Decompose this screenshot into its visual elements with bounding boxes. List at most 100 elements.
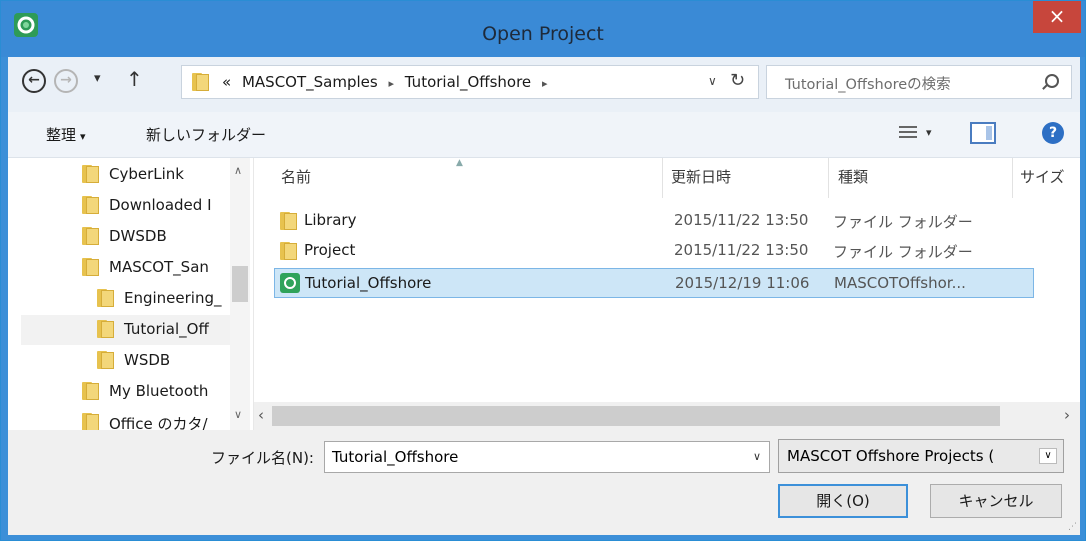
nav-item-dwsdb[interactable]: DWSDB (82, 222, 230, 252)
scroll-thumb[interactable] (232, 266, 248, 302)
nav-item-label: DWSDB (109, 227, 167, 245)
help-icon[interactable]: ? (1042, 122, 1064, 144)
breadcrumb[interactable]: « MASCOT_Samples ▸ Tutorial_Offshore ▸ ∨… (181, 65, 759, 99)
file-row-library[interactable]: Library 2015/11/22 13:50 ファイル フォルダー (274, 206, 1034, 236)
nav-item-downloaded[interactable]: Downloaded I (82, 191, 230, 221)
search-placeholder: Tutorial_Offshoreの検索 (785, 77, 951, 93)
file-name: Project (304, 241, 356, 259)
folder-icon (82, 382, 99, 400)
nav-item-office[interactable]: Office のカタ/ (82, 408, 230, 430)
command-toolbar: 整理 ▾ 新しいフォルダー ▾ ? (8, 112, 1080, 158)
file-name: Library (304, 211, 357, 229)
nav-item-label: Tutorial_Off (124, 320, 209, 338)
file-type-select[interactable]: MASCOT Offshore Projects ( ∨ (778, 439, 1064, 473)
file-name-dropdown-icon[interactable]: ∨ (753, 450, 761, 463)
window-title: Open Project (482, 23, 604, 45)
column-divider[interactable] (662, 158, 663, 198)
nav-item-label: MASCOT_San (109, 258, 209, 276)
resize-grip-icon[interactable]: ⋰ (1068, 522, 1077, 532)
sort-ascending-icon: ▲ (456, 158, 463, 168)
scroll-up-icon[interactable]: ∧ (234, 164, 242, 177)
breadcrumb-item-mascot-samples[interactable]: MASCOT_Samples (242, 73, 378, 91)
folder-icon (192, 73, 209, 91)
folder-icon (280, 242, 297, 260)
file-date: 2015/11/22 13:50 (674, 211, 809, 229)
file-type: ファイル フォルダー (833, 213, 973, 231)
scroll-down-icon[interactable]: ∨ (234, 408, 242, 421)
scroll-left-icon[interactable]: ‹ (258, 406, 264, 424)
title-bar[interactable]: Open Project × (1, 1, 1085, 57)
file-row-project[interactable]: Project 2015/11/22 13:50 ファイル フォルダー (274, 236, 1034, 266)
search-icon[interactable] (1045, 74, 1059, 88)
nav-item-engineering[interactable]: Engineering_ (97, 284, 230, 314)
folder-icon (82, 165, 99, 183)
nav-item-label: Engineering_ (124, 289, 222, 307)
nav-item-label: My Bluetooth (109, 382, 209, 400)
file-date: 2015/12/19 11:06 (675, 274, 810, 292)
open-button[interactable]: 開く(O) (778, 484, 908, 518)
nav-item-label: Office のカタ/ (109, 415, 208, 430)
file-name-input[interactable]: Tutorial_Offshore ∨ (324, 441, 770, 473)
file-type-value: MASCOT Offshore Projects ( (787, 447, 995, 465)
folder-icon (82, 227, 99, 245)
view-dropdown-icon[interactable]: ▾ (926, 126, 932, 139)
organize-button[interactable]: 整理 ▾ (46, 124, 86, 145)
refresh-icon[interactable]: ↻ (730, 70, 745, 91)
scroll-right-icon[interactable]: › (1064, 406, 1070, 424)
address-row: ← → ▾ ↑ « MASCOT_Samples ▸ Tutorial_Offs… (8, 57, 1080, 112)
column-header-type[interactable]: 種類 (838, 166, 868, 187)
recent-locations-dropdown[interactable]: ▾ (94, 71, 101, 86)
nav-item-my-bluetooth[interactable]: My Bluetooth (82, 377, 230, 407)
preview-pane-icon[interactable] (970, 122, 996, 144)
file-row-tutorial-offshore[interactable]: Tutorial_Offshore 2015/12/19 11:06 MASCO… (274, 268, 1034, 298)
nav-item-cyberlink[interactable]: CyberLink (82, 160, 230, 190)
breadcrumb-path: « MASCOT_Samples ▸ Tutorial_Offshore ▸ (222, 73, 553, 91)
folder-icon (280, 212, 297, 230)
chevron-down-icon: ▾ (80, 130, 86, 143)
file-name-label: ファイル名(N): (211, 449, 314, 467)
file-type: MASCOTOffshor... (834, 274, 966, 292)
breadcrumb-overflow[interactable]: « (222, 73, 231, 91)
main-area: CyberLink Downloaded I DWSDB MASCOT_San … (8, 158, 1080, 430)
new-folder-button[interactable]: 新しいフォルダー (146, 124, 266, 145)
nav-item-mascot-samples[interactable]: MASCOT_San (82, 253, 230, 283)
column-divider[interactable] (1012, 158, 1013, 198)
breadcrumb-separator-icon[interactable]: ▸ (542, 77, 548, 90)
column-header-size[interactable]: サイズ (1020, 166, 1065, 187)
file-date: 2015/11/22 13:50 (674, 241, 809, 259)
breadcrumb-item-tutorial-offshore[interactable]: Tutorial_Offshore (405, 73, 531, 91)
address-dropdown-icon[interactable]: ∨ (708, 74, 717, 88)
cancel-button[interactable]: キャンセル (930, 484, 1062, 518)
file-list[interactable]: ▲ 名前 更新日時 種類 サイズ Library 2015/11/22 13:5… (254, 158, 1080, 430)
close-button[interactable]: × (1033, 1, 1081, 33)
horizontal-scrollbar[interactable]: ‹ › (254, 402, 1080, 430)
nav-item-label: Downloaded I (109, 196, 212, 214)
search-input[interactable]: Tutorial_Offshoreの検索 (766, 65, 1072, 99)
file-name-area: ファイル名(N): Tutorial_Offshore ∨ MASCOT Off… (8, 430, 1080, 535)
scroll-thumb[interactable] (272, 406, 1000, 426)
file-type: ファイル フォルダー (833, 243, 973, 261)
file-name-value: Tutorial_Offshore (332, 448, 459, 466)
mascot-project-icon (280, 273, 300, 293)
file-name: Tutorial_Offshore (305, 274, 432, 292)
nav-item-wsdb[interactable]: WSDB (97, 346, 230, 376)
column-divider[interactable] (828, 158, 829, 198)
up-folder-button[interactable]: ↑ (126, 67, 143, 91)
forward-button[interactable]: → (54, 69, 78, 93)
nav-scrollbar[interactable]: ∧ ∨ (230, 158, 250, 430)
nav-item-tutorial-offshore[interactable]: Tutorial_Off (21, 315, 230, 345)
nav-item-label: WSDB (124, 351, 171, 369)
folder-icon (97, 351, 114, 369)
navigation-pane[interactable]: CyberLink Downloaded I DWSDB MASCOT_San … (8, 158, 254, 430)
column-header-name[interactable]: 名前 (281, 166, 311, 187)
breadcrumb-separator-icon[interactable]: ▸ (388, 77, 394, 90)
organize-label: 整理 (46, 126, 77, 144)
open-project-dialog: Open Project × ← → ▾ ↑ « MASCOT_Samples … (0, 0, 1086, 541)
view-options-icon[interactable] (899, 126, 917, 141)
folder-icon (82, 196, 99, 214)
file-type-dropdown-icon[interactable]: ∨ (1039, 448, 1057, 464)
nav-item-label: CyberLink (109, 165, 184, 183)
folder-icon (82, 258, 99, 276)
back-button[interactable]: ← (22, 69, 46, 93)
column-header-date[interactable]: 更新日時 (671, 166, 731, 187)
